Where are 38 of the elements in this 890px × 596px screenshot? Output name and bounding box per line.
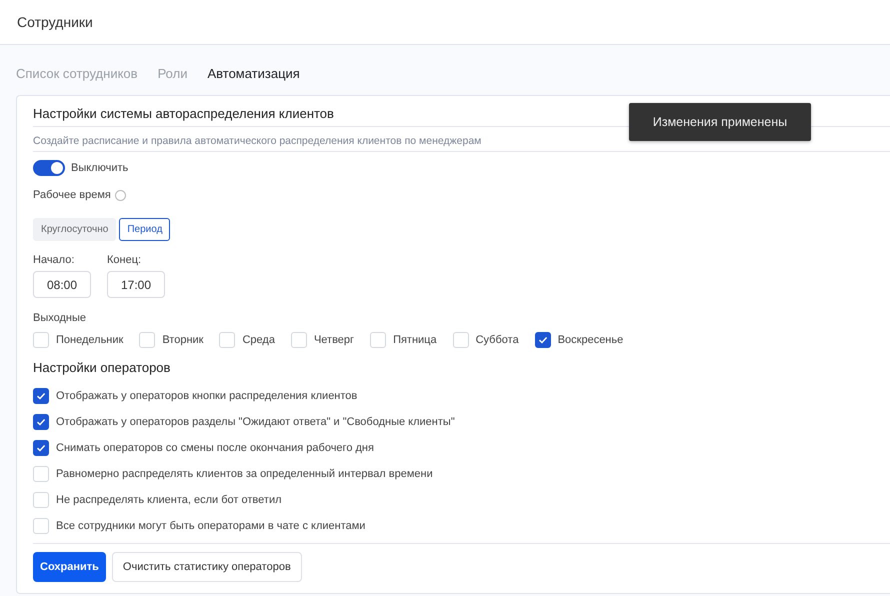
checkbox[interactable] bbox=[33, 414, 49, 430]
checkbox-label: Понедельник bbox=[56, 334, 124, 346]
checkbox-label: Равномерно распределять клиентов за определенный интервал времени bbox=[56, 468, 433, 480]
toast-notification: Изменения применены bbox=[629, 103, 811, 141]
checkbox-label: Среда bbox=[242, 334, 275, 346]
check-icon bbox=[36, 443, 46, 453]
check-icon bbox=[36, 391, 46, 401]
tab[interactable]: Автоматизация bbox=[207, 66, 300, 86]
field-label: Рабочее время bbox=[33, 189, 111, 201]
page-title: Сотрудники bbox=[17, 14, 93, 30]
checkbox-label: Отображать у операторов разделы "Ожидают ответа" и "Свободные клиенты" bbox=[56, 416, 455, 428]
field-label: Начало: bbox=[33, 254, 76, 266]
time-field[interactable]: 17:00 bbox=[107, 271, 165, 298]
checkbox[interactable] bbox=[33, 388, 49, 404]
checkbox-label: Все сотрудники могут быть операторами в чате с клиентами bbox=[56, 520, 366, 532]
toggle-label: Выключить bbox=[71, 162, 128, 174]
checkbox-label: Суббота bbox=[476, 334, 519, 346]
mode-button[interactable]: Период bbox=[119, 218, 170, 241]
checkbox-label: Четверг bbox=[314, 334, 354, 346]
checkbox-label: Вторник bbox=[162, 334, 204, 346]
check-icon bbox=[36, 417, 46, 427]
section-heading: Настройки операторов bbox=[33, 360, 172, 375]
mode-button[interactable]: Круглосуточно bbox=[33, 218, 116, 241]
clear-stats-button[interactable]: Очистить статистику операторов bbox=[112, 552, 302, 582]
save-button[interactable]: Сохранить bbox=[33, 552, 106, 582]
checkbox-label: Пятница bbox=[393, 334, 437, 346]
checkbox-label: Отображать у операторов кнопки распределения клиентов bbox=[56, 390, 358, 402]
time-field[interactable]: 08:00 bbox=[33, 271, 91, 298]
help-icon[interactable] bbox=[114, 190, 126, 200]
checkbox[interactable] bbox=[33, 440, 49, 456]
field-label: Выходные bbox=[33, 312, 88, 324]
check-icon bbox=[538, 335, 548, 345]
toggle-switch[interactable] bbox=[33, 160, 65, 176]
checkbox-label: Воскресенье bbox=[558, 334, 624, 346]
checkbox[interactable] bbox=[534, 332, 551, 348]
checkbox-label: Не распределять клиента, если бот ответил bbox=[56, 494, 282, 506]
field-label: Конец: bbox=[107, 254, 142, 266]
checkbox-label: Снимать операторов со смены после окончания рабочего дня bbox=[56, 442, 374, 454]
